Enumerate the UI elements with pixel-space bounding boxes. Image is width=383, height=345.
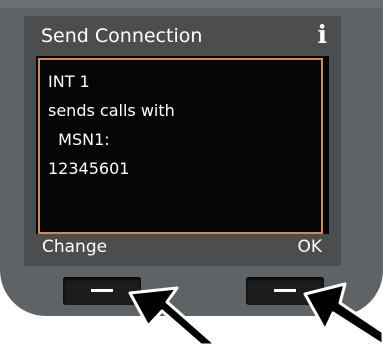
right-pointer-arrow-icon [303,282,383,345]
pointer-arrows [128,282,383,345]
left-pointer-arrow-icon [128,286,218,345]
